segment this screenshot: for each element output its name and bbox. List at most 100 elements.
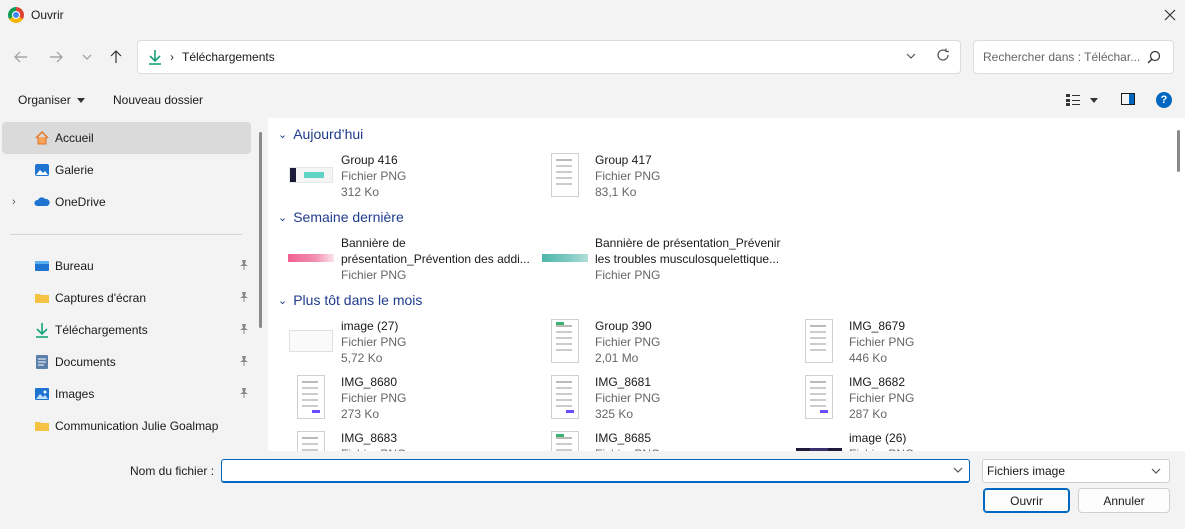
file-name: IMG_8682 [849, 375, 906, 389]
file-thumbnail [796, 430, 842, 451]
cancel-button[interactable]: Annuler [1078, 488, 1170, 513]
caret-down-icon [76, 98, 85, 104]
breadcrumb[interactable]: Téléchargements [182, 50, 275, 64]
address-bar[interactable]: › Téléchargements [137, 40, 961, 74]
file-item[interactable]: Group 390 Fichier PNG 2,01 Mo [542, 318, 792, 368]
file-item[interactable]: Bannière de présentation_Prévention des … [288, 235, 538, 285]
file-type: Fichier PNG [341, 268, 407, 282]
sidebar-item-captures[interactable]: Captures d'écran [2, 282, 251, 314]
sidebar-item-onedrive[interactable]: › OneDrive [2, 186, 251, 218]
file-thumbnail [542, 318, 588, 364]
group-header-aujourdhui[interactable]: ⌄ Aujourd’hui [278, 126, 363, 142]
file-name: IMG_8681 [595, 375, 652, 389]
refresh-button[interactable] [936, 48, 950, 66]
forward-button[interactable] [45, 46, 67, 68]
desktop-icon [35, 261, 49, 271]
back-button[interactable] [10, 46, 32, 68]
file-item[interactable]: IMG_8683 Fichier PNG [288, 430, 538, 451]
chevron-down-icon: ⌄ [278, 128, 288, 141]
pin-icon [240, 260, 248, 270]
file-size: 5,72 Ko [341, 351, 383, 365]
filename-input[interactable] [221, 459, 970, 483]
file-thumbnail [288, 318, 334, 364]
cloud-icon [34, 197, 50, 206]
file-item[interactable]: image (26) Fichier PNG [796, 430, 1046, 451]
sidebar-item-galerie[interactable]: Galerie [2, 154, 251, 186]
sidebar-item-label: Téléchargements [55, 323, 148, 337]
file-name: Group 416 [341, 153, 398, 167]
navigation-pane: Accueil Galerie › OneDrive Bureau Captur… [0, 118, 266, 451]
download-icon [36, 323, 48, 338]
sidebar-item-documents[interactable]: Documents [2, 346, 251, 378]
file-name: IMG_8683 [341, 431, 398, 445]
sidebar-item-telechargements[interactable]: Téléchargements [2, 314, 251, 346]
home-icon [35, 130, 49, 145]
file-item[interactable]: Group 417 Fichier PNG 83,1 Ko [542, 152, 792, 202]
chrome-icon [8, 7, 24, 23]
file-item[interactable]: Bannière de présentation_Prévenir les tr… [542, 235, 802, 285]
file-item[interactable]: image (27) Fichier PNG 5,72 Ko [288, 318, 538, 368]
file-size: 2,01 Mo [595, 351, 639, 365]
file-name: Group 390 [595, 319, 652, 333]
new-folder-button[interactable]: Nouveau dossier [113, 93, 203, 107]
folder-icon [35, 422, 49, 431]
organise-menu[interactable]: Organiser [18, 93, 85, 107]
file-name: Bannière de présentation_Prévenir [595, 236, 781, 250]
chevron-down-icon: ⌄ [278, 211, 288, 224]
file-item[interactable]: IMG_8681 Fichier PNG 325 Ko [542, 374, 792, 424]
chevron-down-icon: ⌄ [278, 294, 288, 307]
group-header-plus-tot[interactable]: ⌄ Plus tôt dans le mois [278, 292, 422, 308]
arrow-left-icon [14, 51, 27, 63]
group-title: Aujourd’hui [293, 126, 364, 142]
up-button[interactable] [105, 46, 127, 68]
sidebar-item-bureau[interactable]: Bureau [2, 250, 251, 282]
file-item[interactable]: Group 416 Fichier PNG 312 Ko [288, 152, 538, 202]
dialog-footer: Nom du fichier : Fichiers image Ouvrir A… [0, 451, 1185, 529]
file-thumbnail [542, 152, 588, 198]
file-item[interactable]: IMG_8680 Fichier PNG 273 Ko [288, 374, 538, 424]
file-item[interactable]: IMG_8685 Fichier PNG [542, 430, 792, 451]
open-button[interactable]: Ouvrir [983, 488, 1070, 513]
file-name-line2: les troubles musculosquelettique... [595, 252, 780, 266]
file-name: IMG_8679 [849, 319, 906, 333]
help-icon[interactable]: ? [1156, 92, 1172, 108]
chevron-right-icon[interactable]: › [12, 196, 16, 208]
file-size: 325 Ko [595, 407, 634, 421]
file-name: image (27) [341, 319, 399, 333]
arrow-up-icon [110, 50, 122, 63]
file-thumbnail [542, 430, 588, 451]
file-type: Fichier PNG [341, 391, 407, 405]
sidebar-item-communication[interactable]: Communication Julie Goalmap [2, 410, 251, 442]
file-list-scrollbar[interactable] [1177, 130, 1180, 172]
close-button[interactable] [1155, 0, 1185, 30]
file-type: Fichier PNG [849, 391, 915, 405]
download-icon [149, 50, 161, 65]
sidebar-scrollbar[interactable] [259, 132, 262, 328]
pin-icon [240, 356, 248, 366]
file-item[interactable]: IMG_8682 Fichier PNG 287 Ko [796, 374, 1046, 424]
address-dropdown-button[interactable] [906, 50, 916, 62]
view-options-icon[interactable] [1066, 94, 1080, 106]
file-name: Group 417 [595, 153, 652, 167]
sidebar-item-images[interactable]: Images [2, 378, 251, 410]
filename-history-button[interactable] [953, 464, 963, 476]
search-box[interactable]: Rechercher dans : Téléchar... [973, 40, 1174, 74]
view-menu-caret-icon[interactable] [1090, 98, 1098, 103]
sidebar-item-label: Accueil [55, 131, 94, 145]
sidebar-item-accueil[interactable]: Accueil [2, 122, 251, 154]
sidebar-item-label: Bureau [55, 259, 94, 273]
pin-icon [240, 388, 248, 398]
file-type: Fichier PNG [595, 268, 661, 282]
file-type-filter-value: Fichiers image [987, 464, 1066, 478]
preview-pane-icon[interactable] [1121, 93, 1135, 105]
folder-icon [35, 294, 49, 303]
file-item[interactable]: IMG_8679 Fichier PNG 446 Ko [796, 318, 1046, 368]
search-input[interactable]: Rechercher dans : Téléchar... [983, 50, 1143, 64]
group-header-semaine-derniere[interactable]: ⌄ Semaine dernière [278, 209, 404, 225]
file-size: 312 Ko [341, 185, 380, 199]
recent-locations-button[interactable] [76, 46, 98, 68]
file-thumbnail [288, 430, 334, 451]
file-type-filter[interactable]: Fichiers image [982, 459, 1170, 483]
sidebar-item-label: Documents [55, 355, 116, 369]
navigation-bar: › Téléchargements Rechercher dans : Télé… [0, 38, 1185, 78]
